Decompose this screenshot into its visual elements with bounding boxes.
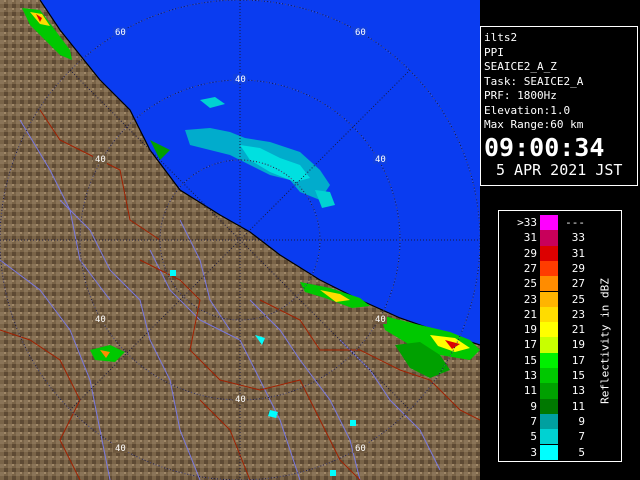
legend-color-swatch (540, 429, 558, 445)
legend-upper-value: --- (565, 216, 585, 229)
legend-lower-value: 27 (523, 261, 537, 275)
ring-label: 40 (115, 444, 126, 454)
ring-label: 40 (95, 315, 106, 325)
radar-display-window: 60 60 40 40 40 40 40 40 40 60 ilts2 PPI … (0, 0, 640, 480)
legend-color-swatch (540, 337, 558, 353)
legend-color-swatch (540, 291, 558, 307)
legend-lower-value: 7 (530, 414, 537, 428)
legend-axis-title-box: Reflectivity in dBZ (590, 241, 620, 441)
legend-color-swatch (540, 322, 558, 338)
legend-upper-value: 13 (571, 384, 585, 398)
ring-label: 40 (375, 315, 386, 325)
legend-upper-value: 31 (571, 246, 585, 260)
legend-row: >33 --- (499, 215, 621, 231)
legend-upper-value: 11 (571, 399, 585, 413)
legend-lower-value: 13 (523, 369, 537, 382)
scan-date: 5 APR 2021 JST (496, 160, 623, 179)
legend-color-swatch (540, 260, 558, 277)
legend-lower-value: 29 (523, 246, 537, 260)
ring-label: 60 (355, 28, 366, 38)
legend-row: 35 (499, 444, 621, 460)
legend-upper-value: 19 (571, 338, 585, 352)
legend-color-swatch (540, 444, 558, 460)
station-name: ilts2 (484, 31, 518, 44)
legend-lower-value: 5 (530, 430, 537, 444)
legend-upper-value: 23 (571, 307, 585, 321)
legend-upper-value: 29 (571, 261, 585, 275)
legend-color-swatch (540, 398, 558, 414)
legend-lower-value: 3 (530, 445, 537, 459)
ring-label: 60 (355, 444, 366, 454)
legend-lower-value: 25 (523, 277, 537, 291)
legend-upper-value: 9 (578, 414, 585, 428)
legend-upper-value: 33 (571, 231, 585, 245)
ring-label: 40 (235, 395, 246, 405)
ring-label: 60 (115, 28, 126, 38)
elevation-value: Elevation:1.0 (484, 103, 571, 117)
legend-upper-value: 27 (571, 277, 585, 291)
reflectivity-legend: >33 --- 31 33 29 31 27 29 25 27 23 25 21 23 19 21 17 19 15… (498, 210, 622, 462)
legend-color-swatch (540, 245, 558, 261)
legend-axis-title: Reflectivity in dBZ (598, 278, 612, 404)
legend-lower-value: 21 (523, 307, 537, 321)
legend-upper-value: 5 (578, 445, 585, 459)
legend-upper-value: 7 (578, 430, 585, 444)
ring-label: 40 (375, 155, 386, 165)
legend-color-swatch (540, 383, 558, 399)
legend-color-swatch (540, 215, 558, 231)
radar-ppi-map[interactable]: 60 60 40 40 40 40 40 40 40 60 (0, 0, 480, 480)
legend-lower-value: 9 (530, 399, 537, 413)
legend-lower-value: 17 (523, 338, 537, 352)
legend-color-swatch (540, 368, 558, 384)
legend-upper-value: 25 (571, 292, 585, 306)
legend-lower-value: 11 (523, 384, 537, 398)
legend-lower-value: 31 (523, 231, 537, 245)
scan-time: 09:00:34 (484, 132, 605, 162)
legend-color-swatch (540, 413, 558, 430)
volume-name: SEAICE2_A_Z (484, 60, 557, 73)
prf-value: PRF: 1800Hz (484, 89, 557, 102)
legend-lower-value: 23 (523, 292, 537, 306)
task-name: Task: SEAICE2_A (484, 74, 584, 88)
ring-label: 40 (95, 155, 106, 165)
max-range-value: Max Range:60 km (484, 118, 584, 131)
legend-color-swatch (540, 306, 558, 323)
legend-lower-value: >33 (517, 216, 537, 229)
legend-upper-value: 15 (571, 369, 585, 382)
legend-color-swatch (540, 230, 558, 246)
legend-upper-value: 21 (571, 323, 585, 337)
product-type: PPI (484, 45, 504, 59)
legend-lower-value: 19 (523, 323, 537, 337)
land-strip (0, 0, 14, 40)
legend-lower-value: 15 (523, 353, 537, 367)
ring-label: 40 (235, 75, 246, 85)
legend-color-swatch (540, 276, 558, 292)
legend-color-swatch (540, 352, 558, 368)
info-panel: ilts2 PPI SEAICE2_A_Z Task: SEAICE2_A PR… (480, 26, 638, 186)
legend-upper-value: 17 (571, 353, 585, 367)
